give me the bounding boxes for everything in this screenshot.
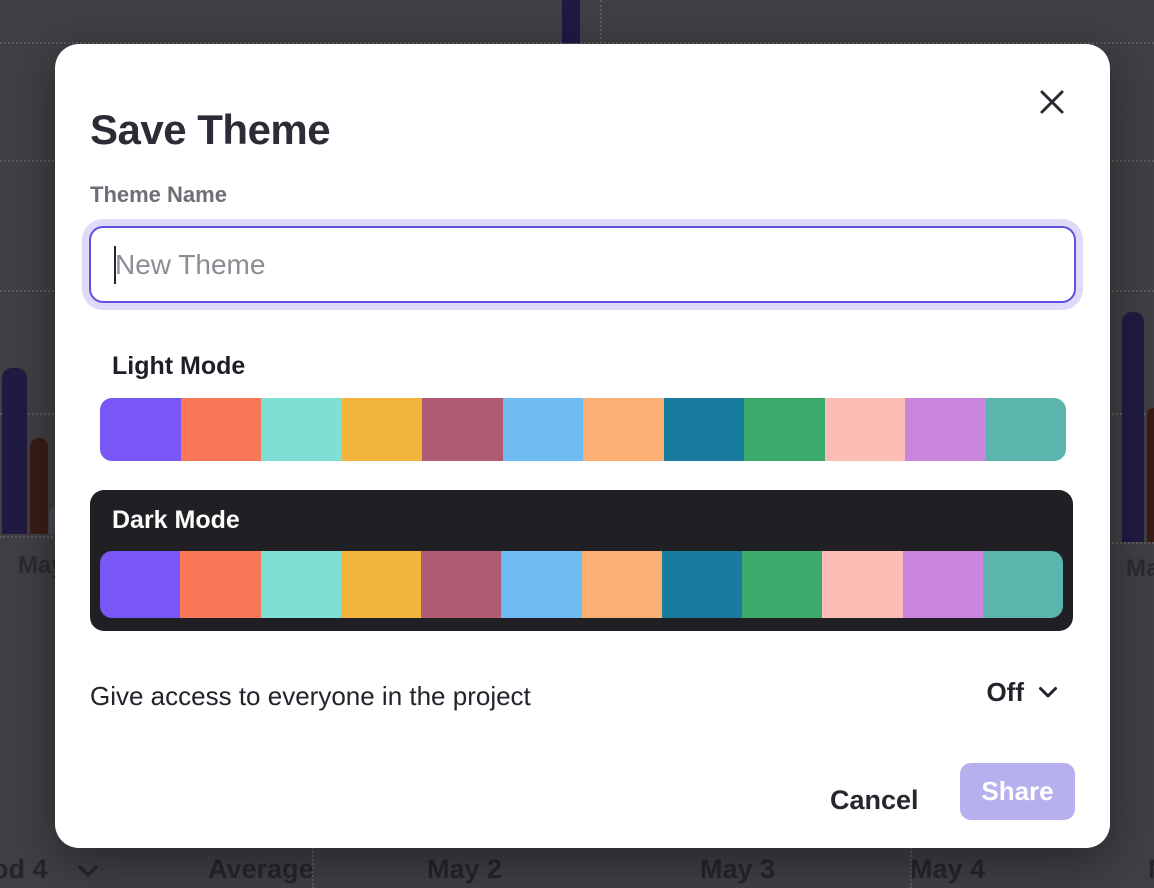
color-swatch [583,398,664,461]
color-swatch [422,398,503,461]
column-header-may3: May 3 [700,854,775,885]
chevron-down-icon [1038,686,1058,699]
period-selector[interactable]: od 4 [0,854,99,885]
share-access-label: Give access to everyone in the project [90,681,531,712]
dialog-title: Save Theme [90,106,330,154]
color-swatch [662,551,742,618]
theme-name-label: Theme Name [90,182,227,208]
color-swatch [501,551,581,618]
color-swatch [261,398,342,461]
color-swatch [582,551,662,618]
screen: May May od 4 Average May 2 May 3 May 4 M… [0,0,1154,888]
cancel-button[interactable]: Cancel [830,775,919,826]
light-mode-label: Light Mode [112,352,245,381]
color-swatch [905,398,986,461]
share-button[interactable]: Share [960,763,1075,820]
color-swatch [341,551,421,618]
chart-bar [1147,408,1154,542]
close-icon[interactable] [1034,84,1070,120]
chart-bar [2,368,27,534]
color-swatch [180,551,260,618]
x-axis-label-right: May [1126,555,1154,583]
color-swatch [742,551,822,618]
dark-mode-label: Dark Mode [112,506,240,535]
color-swatch [261,551,341,618]
color-swatch [664,398,745,461]
dark-mode-card: Dark Mode [90,490,1073,631]
share-access-value: Off [986,677,1024,708]
color-swatch [100,398,181,461]
color-swatch [342,398,423,461]
color-swatch [983,551,1063,618]
column-header-may5: May 5 [1148,854,1154,885]
chart-bar [562,0,580,43]
chart-bar [1122,312,1144,542]
color-swatch [503,398,584,461]
axis-baseline-left [0,536,60,538]
share-access-dropdown[interactable]: Off [986,677,1058,708]
color-swatch [903,551,983,618]
gridline-vertical [600,0,602,43]
theme-name-input[interactable] [89,226,1076,303]
color-swatch [181,398,262,461]
column-header-may2: May 2 [427,854,502,885]
period-label: od 4 [0,854,48,884]
color-swatch [100,551,180,618]
color-swatch [986,398,1067,461]
dark-mode-palette[interactable] [100,551,1063,618]
color-swatch [825,398,906,461]
chevron-down-icon [77,864,99,878]
color-swatch [822,551,902,618]
column-header-may4: May 4 [910,854,985,885]
column-header-average: Average [208,854,314,885]
text-cursor [114,246,116,284]
light-mode-palette[interactable] [100,398,1066,461]
save-theme-dialog: Save Theme Theme Name Light Mode Dark Mo… [55,44,1110,848]
chart-bar [30,438,48,534]
color-swatch [744,398,825,461]
color-swatch [421,551,501,618]
